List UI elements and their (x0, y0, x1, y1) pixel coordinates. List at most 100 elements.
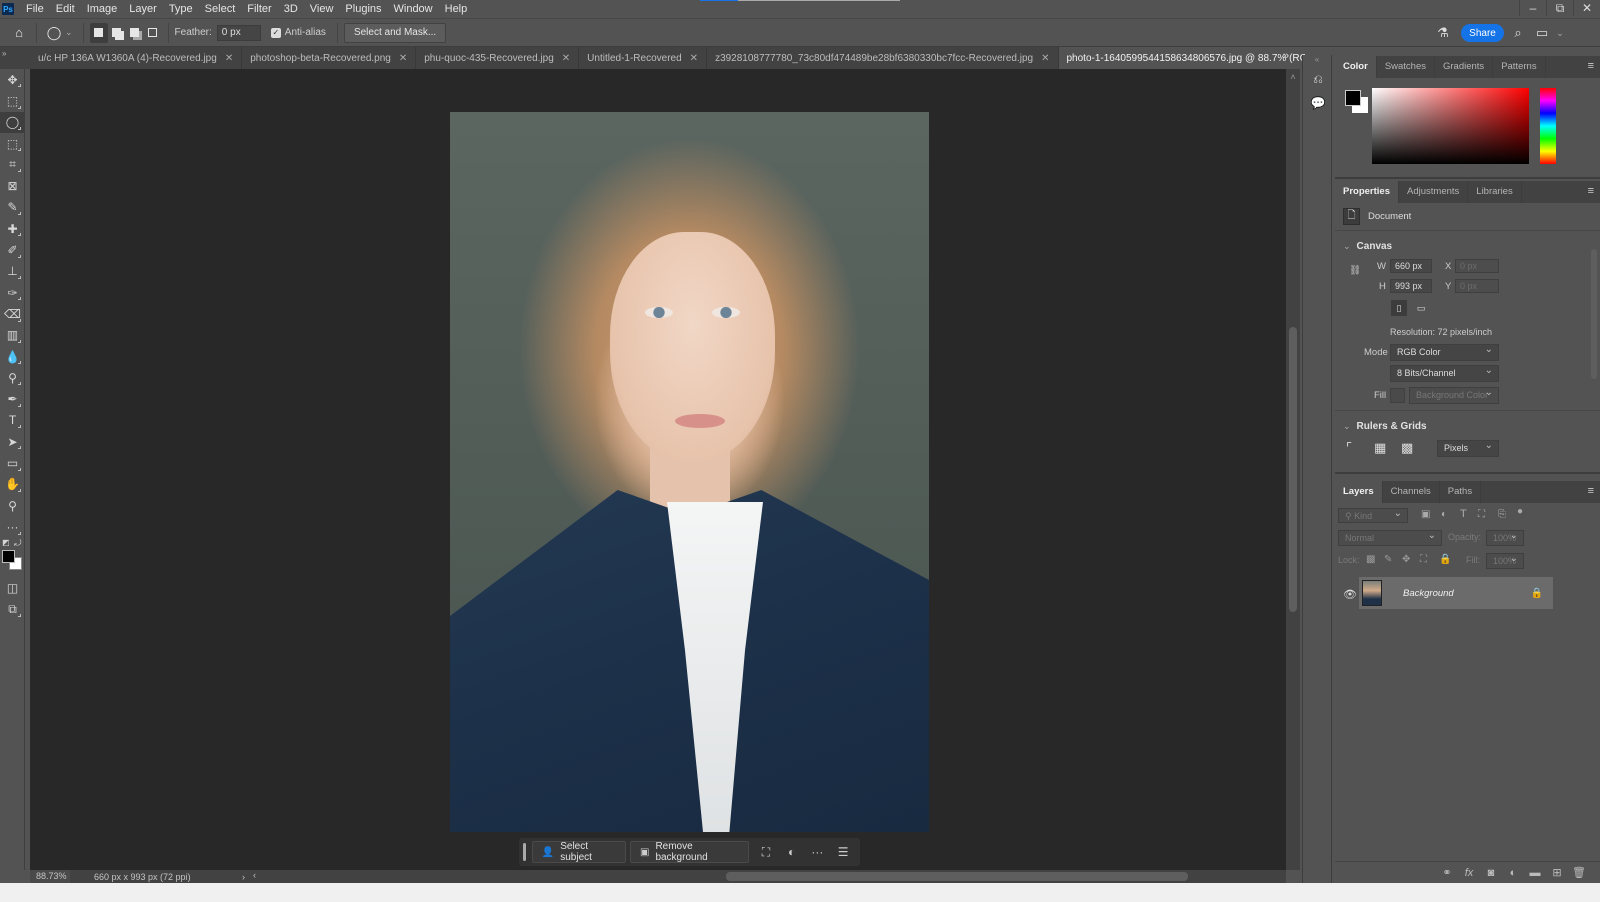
home-icon[interactable]: ⌂ (8, 22, 30, 44)
menu-edit[interactable]: Edit (50, 0, 81, 18)
edit-toolbar-icon[interactable]: ··· (0, 516, 25, 537)
lasso-preset-icon[interactable]: ◯ (43, 22, 65, 44)
dodge-tool-icon[interactable]: ⚲ (0, 367, 25, 388)
tab-adjustments[interactable]: Adjustments (1399, 181, 1469, 203)
bit-depth-dropdown[interactable]: 8 Bits/Channel (1390, 365, 1499, 382)
canvas-area[interactable] (30, 69, 1286, 870)
type-layer-filter-icon[interactable]: T (1460, 508, 1467, 520)
chevron-down-icon[interactable]: ⌄ (1550, 23, 1570, 43)
zoom-level[interactable]: 88.73% (30, 870, 70, 883)
adjustment-icon[interactable]: ◐ (779, 841, 805, 863)
antialias-checkbox[interactable]: ✓ (270, 27, 281, 38)
tab-channels[interactable]: Channels (1383, 481, 1440, 503)
gradient-tool-icon[interactable]: ▥ (0, 325, 25, 346)
scroll-up-icon[interactable]: ˄ (1286, 72, 1300, 82)
chevron-down-icon[interactable]: ⌄ (65, 27, 73, 38)
add-mask-icon[interactable]: ◙ (1480, 867, 1502, 879)
restore-button[interactable]: ⧉ (1546, 0, 1573, 16)
opacity-input[interactable]: 100% (1486, 530, 1524, 546)
healing-brush-tool-icon[interactable]: ✚ (0, 218, 25, 239)
canvas-horizontal-scrollbar[interactable]: ‹ (245, 870, 1286, 883)
rulers-icon[interactable]: ⌜ (1346, 440, 1352, 456)
close-tab-icon[interactable]: ✕ (1041, 53, 1049, 64)
add-to-selection-button[interactable] (108, 23, 126, 43)
new-selection-button[interactable] (89, 22, 108, 43)
feather-input[interactable]: 0 px (216, 24, 261, 41)
tab-gradients[interactable]: Gradients (1435, 56, 1494, 78)
scrollbar-thumb[interactable] (1289, 327, 1297, 612)
guides-icon[interactable]: ▩ (1401, 440, 1413, 456)
frame-tool-icon[interactable]: ⊠ (0, 175, 25, 196)
tab-patterns[interactable]: Patterns (1493, 56, 1546, 78)
tab-document[interactable]: photoshop-beta-Recovered.png ✕ (242, 47, 417, 69)
more-options-icon[interactable]: ··· (805, 841, 831, 863)
link-layers-icon[interactable]: ⚭ (1436, 866, 1458, 879)
adjustment-layer-icon[interactable]: ◐ (1502, 867, 1524, 879)
grid-icon[interactable]: ▦ (1374, 440, 1386, 456)
path-selection-tool-icon[interactable]: ➤ (0, 431, 25, 452)
collapse-icon[interactable]: « (1303, 55, 1331, 67)
link-icon[interactable]: ⛓ (1349, 265, 1361, 276)
document-image-portrait[interactable] (450, 112, 929, 832)
close-tab-icon[interactable]: ✕ (399, 53, 407, 64)
panel-menu-icon[interactable]: ≡ (1588, 185, 1594, 197)
height-input[interactable]: 993 px (1390, 279, 1432, 293)
menu-image[interactable]: Image (81, 0, 124, 18)
move-tool-icon[interactable]: ✥ (0, 69, 25, 90)
menu-view[interactable]: View (304, 0, 340, 18)
width-input[interactable]: 660 px (1390, 259, 1432, 273)
lasso-tool-icon[interactable]: ◯ (0, 111, 25, 133)
workspace-icon[interactable]: ▭ (1532, 23, 1552, 43)
tab-color[interactable]: Color (1335, 56, 1377, 78)
lock-transparent-icon[interactable]: ▩ (1366, 554, 1375, 565)
lock-image-icon[interactable]: ✎ (1384, 554, 1392, 565)
hand-tool-icon[interactable]: ✋ (0, 474, 25, 495)
menu-help[interactable]: Help (439, 0, 474, 18)
swap-colors-icon[interactable]: ⤾ (14, 538, 22, 549)
menu-select[interactable]: Select (199, 0, 242, 18)
tab-paths[interactable]: Paths (1440, 481, 1482, 503)
intersect-selection-button[interactable] (144, 23, 162, 43)
properties-scrollbar[interactable] (1590, 239, 1598, 459)
eyedropper-tool-icon[interactable]: ✎ (0, 197, 25, 218)
layer-row[interactable]: Background 🔒 (1359, 577, 1553, 609)
crop-tool-icon[interactable]: ⌗ (0, 154, 25, 175)
y-input[interactable]: 0 px (1455, 279, 1499, 293)
fill-color-swatch[interactable] (1390, 387, 1405, 403)
screen-mode-icon[interactable]: ⧉ (0, 599, 25, 620)
menu-file[interactable]: File (20, 0, 50, 18)
settings-sliders-icon[interactable]: ☰ (830, 841, 856, 863)
menu-window[interactable]: Window (388, 0, 439, 18)
close-tab-icon[interactable]: ✕ (690, 53, 698, 64)
canvas-vertical-scrollbar[interactable]: ˄ (1286, 69, 1300, 870)
fx-icon[interactable]: fx (1458, 867, 1480, 879)
subtract-from-selection-button[interactable] (126, 23, 144, 43)
new-group-icon[interactable]: ▬ (1524, 867, 1546, 879)
units-dropdown[interactable]: Pixels (1437, 439, 1499, 457)
adjustment-layer-filter-icon[interactable]: ◐ (1441, 509, 1447, 520)
lock-artboard-icon[interactable]: ⛶ (1420, 554, 1427, 565)
x-input[interactable]: 0 px (1455, 259, 1499, 273)
menu-plugins[interactable]: Plugins (339, 0, 387, 18)
tab-overflow-icon[interactable]: » (1283, 50, 1289, 62)
foreground-color-swatch[interactable] (2, 549, 15, 563)
history-icon[interactable]: ⎌ (1303, 67, 1333, 91)
foreground-color-swatch[interactable] (1345, 90, 1361, 106)
tab-properties[interactable]: Properties (1335, 181, 1399, 203)
zoom-tool-icon[interactable]: ⚲ (0, 495, 25, 516)
eraser-tool-icon[interactable]: ⌫ (0, 303, 25, 324)
select-and-mask-button[interactable]: Select and Mask... (343, 22, 447, 43)
layer-kind-filter[interactable]: ⚲ Kind (1338, 508, 1408, 523)
portrait-orientation-icon[interactable]: ▯ (1391, 300, 1407, 316)
layer-name[interactable]: Background (1403, 588, 1454, 599)
tab-swatches[interactable]: Swatches (1377, 56, 1435, 78)
blur-tool-icon[interactable]: 💧 (0, 346, 25, 367)
eye-icon[interactable]: 👁 (1343, 588, 1357, 601)
quick-mask-icon[interactable]: ◫ (0, 578, 25, 599)
new-layer-icon[interactable]: ⊞ (1546, 866, 1568, 879)
remove-background-button[interactable]: ▣ Remove background (629, 841, 750, 863)
scrollbar-thumb[interactable] (726, 872, 1188, 881)
transform-icon[interactable]: ⛶ (753, 841, 779, 863)
type-tool-icon[interactable]: T (0, 410, 25, 431)
scroll-left-icon[interactable]: ‹ (253, 870, 256, 880)
